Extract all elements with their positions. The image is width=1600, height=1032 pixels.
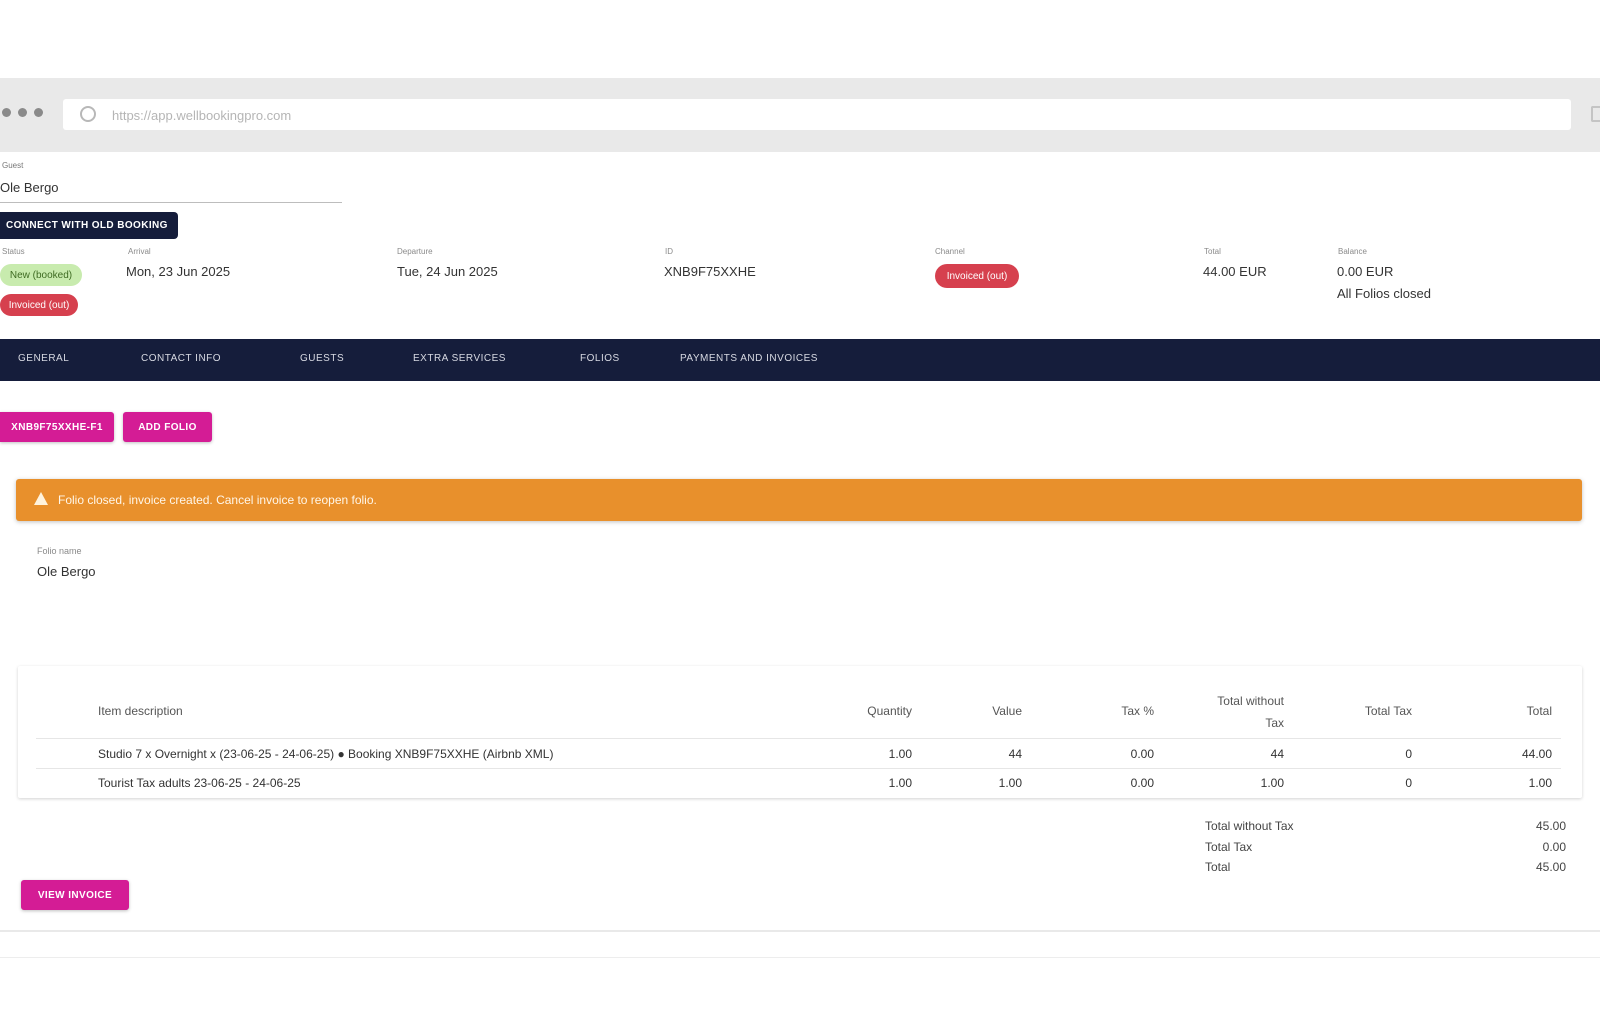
summary-total-value: 45.00 (1535, 860, 1566, 874)
col-quantity: Quantity (867, 704, 912, 718)
balance-value: 0.00 EUR (1337, 264, 1394, 279)
row-tax-percent: 0.00 (1130, 747, 1154, 761)
warning-icon (34, 492, 48, 505)
col-item-description: Item description (98, 704, 183, 718)
row-total: 1.00 (1528, 776, 1552, 790)
col-total-without-tax: Total without (1217, 694, 1284, 708)
departure-label: Departure (397, 247, 433, 256)
row-value: 44 (1008, 747, 1022, 761)
row-description: Studio 7 x Overnight x (23-06-25 - 24-06… (98, 747, 554, 761)
id-label: ID (665, 247, 673, 256)
guest-field-underline (0, 202, 342, 203)
arrival-label: Arrival (128, 247, 151, 256)
departure-value: Tue, 24 Jun 2025 (397, 264, 498, 279)
tab-folios[interactable]: FOLIOS (580, 353, 620, 364)
folio-name-label: Folio name (37, 546, 82, 556)
summary-total-without-tax-value: 45.00 (1535, 819, 1566, 833)
folio-f1-button[interactable]: XNB9F75XXHE-F1 (0, 412, 114, 442)
folios-closed-note: All Folios closed (1337, 286, 1431, 301)
tab-contact-info[interactable]: CONTACT INFO (141, 353, 221, 364)
tab-extra-services[interactable]: EXTRA SERVICES (413, 353, 506, 364)
row-total: 44.00 (1521, 747, 1552, 761)
tab-general[interactable]: GENERAL (18, 353, 69, 364)
tab-guests[interactable]: GUESTS (300, 353, 344, 364)
row-total-without-tax: 1.00 (1260, 776, 1284, 790)
summary-total-tax-label: Total Tax (1205, 840, 1253, 854)
folio-closed-banner: Folio closed, invoice created. Cancel in… (16, 479, 1582, 521)
divider (0, 930, 1600, 932)
add-folio-button[interactable]: ADD FOLIO (123, 412, 212, 442)
address-bar-url[interactable]: https://app.wellbookingpro.com (112, 108, 291, 123)
connect-old-booking-button[interactable]: CONNECT WITH OLD BOOKING (0, 212, 178, 239)
row-description: Tourist Tax adults 23-06-25 - 24-06-25 (98, 776, 301, 790)
summary-total-without-tax-label: Total without Tax (1205, 819, 1294, 833)
total-label: Total (1204, 247, 1221, 256)
row-total-without-tax: 44 (1270, 747, 1284, 761)
row-total-tax: 0 (1405, 747, 1412, 761)
guest-name-field[interactable]: Ole Bergo (0, 180, 59, 195)
banner-message: Folio closed, invoice created. Cancel in… (58, 493, 377, 507)
close-window-icon[interactable] (2, 108, 11, 117)
col-tax-percent: Tax % (1121, 704, 1154, 718)
summary-total-label: Total (1205, 860, 1231, 874)
row-divider (36, 768, 1561, 769)
balance-label: Balance (1338, 247, 1367, 256)
header-divider (36, 738, 1561, 739)
row-total-tax: 0 (1405, 776, 1412, 790)
guest-label: Guest (2, 161, 24, 170)
status-badge-booked: New (booked) (0, 264, 82, 286)
row-quantity: 1.00 (888, 776, 912, 790)
booking-id-value: XNB9F75XXHE (664, 264, 756, 279)
status-label: Status (2, 247, 25, 256)
folio-name-value: Ole Bergo (37, 564, 96, 579)
booking-tabs: GENERAL CONTACT INFO GUESTS EXTRA SERVIC… (0, 339, 1600, 381)
divider (0, 957, 1600, 958)
col-value: Value (992, 704, 1022, 718)
channel-label: Channel (935, 247, 965, 256)
view-invoice-button[interactable]: VIEW INVOICE (21, 880, 129, 910)
tab-payments-and-invoices[interactable]: PAYMENTS AND INVOICES (680, 353, 818, 364)
row-tax-percent: 0.00 (1130, 776, 1154, 790)
sidebar-toggle-icon[interactable] (1591, 106, 1600, 122)
arrival-value: Mon, 23 Jun 2025 (126, 264, 231, 279)
total-value: 44.00 EUR (1203, 264, 1267, 279)
maximize-window-icon[interactable] (34, 108, 43, 117)
col-total-tax: Total Tax (1364, 704, 1412, 718)
minimize-window-icon[interactable] (18, 108, 27, 117)
row-value: 1.00 (998, 776, 1022, 790)
summary-total-tax-value: 0.00 (1542, 840, 1566, 854)
channel-status-badge: Invoiced (out) (935, 264, 1019, 288)
row-quantity: 1.00 (888, 747, 912, 761)
col-total-without-tax-line2: Tax (1265, 716, 1284, 730)
window-controls[interactable] (2, 108, 43, 117)
folio-items-table: Item description Quantity Value Tax % To… (18, 666, 1582, 798)
status-badge-invoiced: Invoiced (out) (0, 294, 78, 316)
col-total: Total (1526, 704, 1552, 718)
reload-icon[interactable] (80, 106, 96, 122)
